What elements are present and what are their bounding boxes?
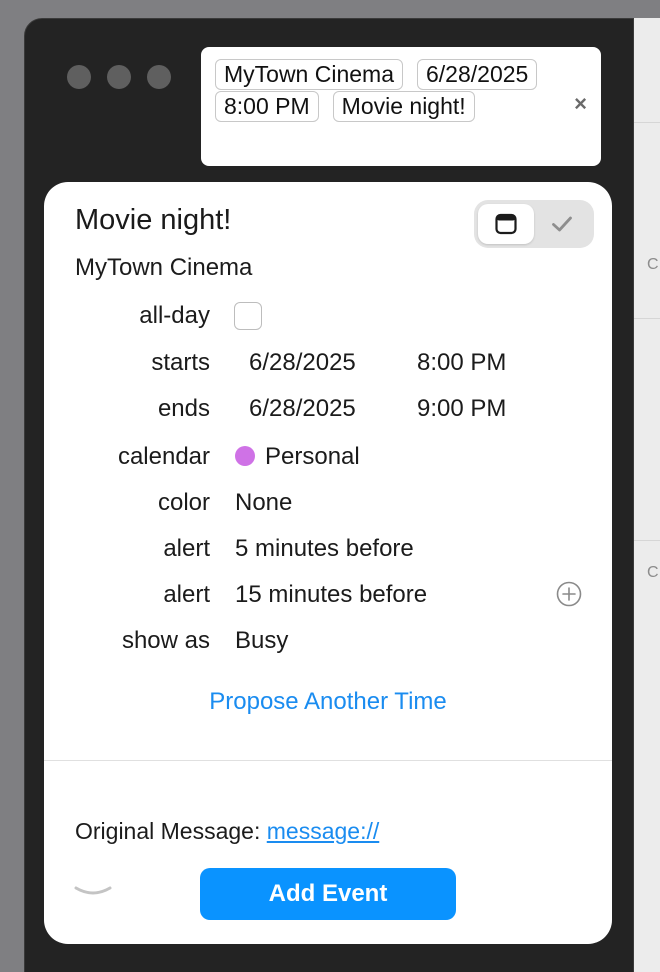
show-as-label: show as: [121, 627, 210, 654]
start-date-field[interactable]: 6/28/2025: [249, 349, 356, 377]
token-list: MyTown Cinema 6/28/2025 8:00 PM Movie ni…: [215, 59, 555, 122]
token-title[interactable]: Movie night!: [332, 91, 475, 122]
alert-label: alert: [163, 535, 210, 562]
all-day-label: all-day: [139, 302, 210, 329]
token-date[interactable]: 6/28/2025: [417, 59, 538, 90]
collapse-button[interactable]: [74, 882, 112, 900]
close-window-button[interactable]: [67, 65, 91, 89]
calendar-icon: [495, 213, 517, 235]
calendar-color-dot: [235, 446, 255, 466]
add-event-button[interactable]: Add Event: [200, 868, 456, 920]
background-divider: [633, 122, 660, 123]
token-location[interactable]: MyTown Cinema: [215, 59, 403, 90]
original-message-link[interactable]: message://: [267, 818, 380, 844]
show-as-row: show as Busy: [44, 627, 612, 661]
start-time-field[interactable]: 8:00 PM: [417, 349, 506, 377]
original-message: Original Message: message://: [75, 818, 379, 845]
close-icon[interactable]: ×: [574, 91, 587, 117]
color-label: color: [157, 489, 210, 516]
color-picker[interactable]: None: [235, 489, 292, 517]
ends-label: ends: [157, 395, 210, 422]
end-time-field[interactable]: 9:00 PM: [417, 395, 506, 423]
background-divider: [633, 318, 660, 319]
add-alert-button[interactable]: [556, 581, 582, 607]
background-text: C: [647, 564, 659, 581]
alert-label: alert: [163, 581, 210, 608]
calendar-view-button[interactable]: [478, 204, 534, 244]
alert-picker-2[interactable]: 15 minutes before: [235, 581, 427, 609]
all-day-row: all-day: [44, 302, 612, 336]
event-title[interactable]: Movie night!: [75, 204, 231, 237]
view-toggle: [474, 200, 594, 248]
divider: [44, 760, 612, 761]
calendar-label: calendar: [117, 443, 210, 470]
starts-label: starts: [151, 349, 210, 376]
end-date-field[interactable]: 6/28/2025: [249, 395, 356, 423]
chevron-down-icon: [74, 886, 112, 895]
show-as-picker[interactable]: Busy: [235, 627, 288, 655]
calendar-row: calendar Personal: [44, 443, 612, 477]
alert-picker-1[interactable]: 5 minutes before: [235, 535, 414, 563]
checkmark-icon: [552, 216, 572, 232]
color-row: color None: [44, 489, 612, 523]
calendar-picker[interactable]: Personal: [235, 443, 360, 471]
background-divider: [633, 540, 660, 541]
starts-row: starts 6/28/2025 8:00 PM: [44, 349, 612, 383]
propose-another-time-link[interactable]: Propose Another Time: [44, 688, 612, 716]
ends-row: ends 6/28/2025 9:00 PM: [44, 395, 612, 429]
alert-row-2: alert 15 minutes before: [44, 581, 612, 615]
event-token-field[interactable]: MyTown Cinema 6/28/2025 8:00 PM Movie ni…: [201, 47, 601, 166]
original-message-label: Original Message:: [75, 818, 261, 844]
minimize-window-button[interactable]: [107, 65, 131, 89]
background-text: C: [647, 256, 659, 273]
background-window: C C: [632, 18, 660, 972]
all-day-checkbox[interactable]: [234, 302, 262, 330]
window-controls: [67, 65, 171, 89]
confirm-view-button[interactable]: [534, 204, 590, 244]
event-details-card: Movie night! MyTown Cinema all-day start…: [44, 182, 612, 944]
zoom-window-button[interactable]: [147, 65, 171, 89]
plus-circle-icon: [556, 581, 582, 607]
alert-row-1: alert 5 minutes before: [44, 535, 612, 569]
token-time[interactable]: 8:00 PM: [215, 91, 319, 122]
event-location[interactable]: MyTown Cinema: [75, 254, 252, 282]
calendar-value: Personal: [265, 443, 360, 470]
